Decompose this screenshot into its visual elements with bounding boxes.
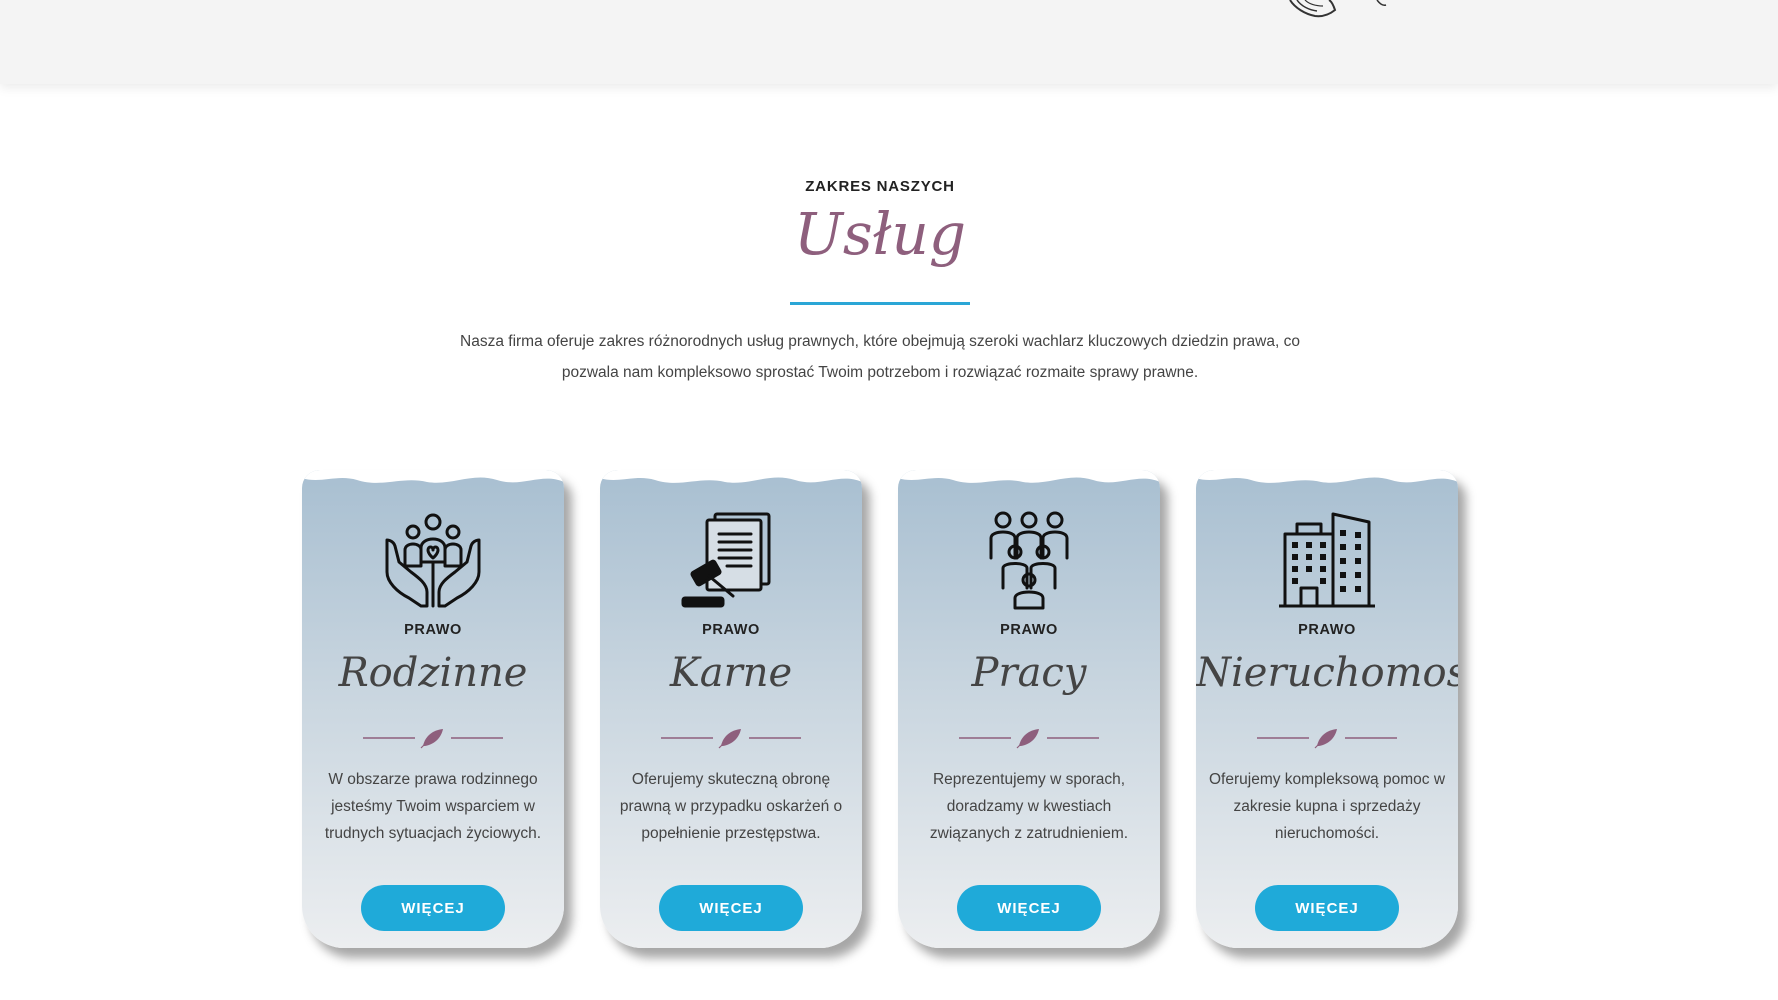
title-underline [790,302,970,305]
family-hands-icon [385,513,481,608]
desc-line: Reprezentujemy w sporach, [932,771,1126,788]
card-description: Reprezentujemy w sporach, doradzamy w kw… [906,766,1152,847]
card-wave-edge [1196,470,1458,483]
more-button-karne[interactable]: WIĘCEJ [659,885,803,931]
feather-divider-icon [1257,729,1397,749]
service-card-rodzinne: PRAWO Rodzinne W obszarze prawa rodzinne… [302,470,564,948]
service-card-karne: PRAWO Karne Oferujemy skuteczną obronę p… [600,470,862,948]
section-eyebrow: ZAKRES NASZYCH [805,178,955,195]
card-description: W obszarze prawa rodzinnego jesteśmy Two… [310,766,556,847]
desc-line: związanych z zatrudnieniem. [929,825,1129,842]
desc-line: popełnienie przestępstwa. [641,825,821,842]
service-card-nieruchomosci: PRAWO Nieruchomości Oferujemy kompleksow… [1196,470,1458,948]
feather-divider-icon [661,729,801,749]
desc-line: nieruchomości. [1274,825,1380,842]
gavel-document-icon [681,512,771,608]
desc-line: W obszarze prawa rodzinnego [328,771,538,788]
card-eyebrow: PRAWO [1298,622,1356,638]
card-wave-edge [302,470,564,483]
desc-line: doradzamy w kwestiach [946,798,1112,815]
desc-line: jesteśmy Twoim wsparciem w [331,798,535,815]
card-eyebrow: PRAWO [1000,622,1058,638]
card-wave-edge [600,470,862,483]
header-band [0,0,1778,84]
intro-line: Nasza firma oferuje zakres różnorodnych … [460,333,1300,350]
card-title: Karne [669,650,793,696]
desc-line: zakresie kupna i sprzedaży [1233,798,1421,815]
feather-divider-icon [363,729,503,749]
desc-line: Oferujemy kompleksową pomoc w [1208,771,1446,788]
more-button-rodzinne[interactable]: WIĘCEJ [361,885,505,931]
card-eyebrow: PRAWO [702,622,760,638]
bird-sketch-icon [1289,0,1387,18]
card-description: Oferujemy kompleksową pomoc w zakresie k… [1204,766,1450,847]
intro-line: pozwala nam kompleksowo sprostać Twoim p… [561,364,1199,381]
card-description: Oferujemy skuteczną obronę prawną w przy… [608,766,854,847]
service-card-pracy: PRAWO Pracy Reprezentujemy w sporach, do… [898,470,1160,948]
more-button-pracy[interactable]: WIĘCEJ [957,885,1101,931]
desc-line: Oferujemy skuteczną obronę [631,771,831,788]
card-title: Pracy [971,650,1087,696]
workers-group-icon [989,511,1069,610]
section-title: Usług [794,200,966,268]
desc-line: prawną w przypadku oskarżeń o [619,798,843,815]
card-title: Nieruchomości [1196,650,1458,696]
card-title: Rodzinne [338,650,528,696]
card-eyebrow: PRAWO [404,622,462,638]
section-intro: Nasza firma oferuje zakres różnorodnych … [400,326,1360,388]
feather-divider-icon [959,729,1099,749]
card-wave-edge [898,470,1160,483]
more-button-nieruchomosci[interactable]: WIĘCEJ [1255,885,1399,931]
desc-line: trudnych sytuacjach życiowych. [324,825,542,842]
buildings-icon [1279,512,1375,608]
